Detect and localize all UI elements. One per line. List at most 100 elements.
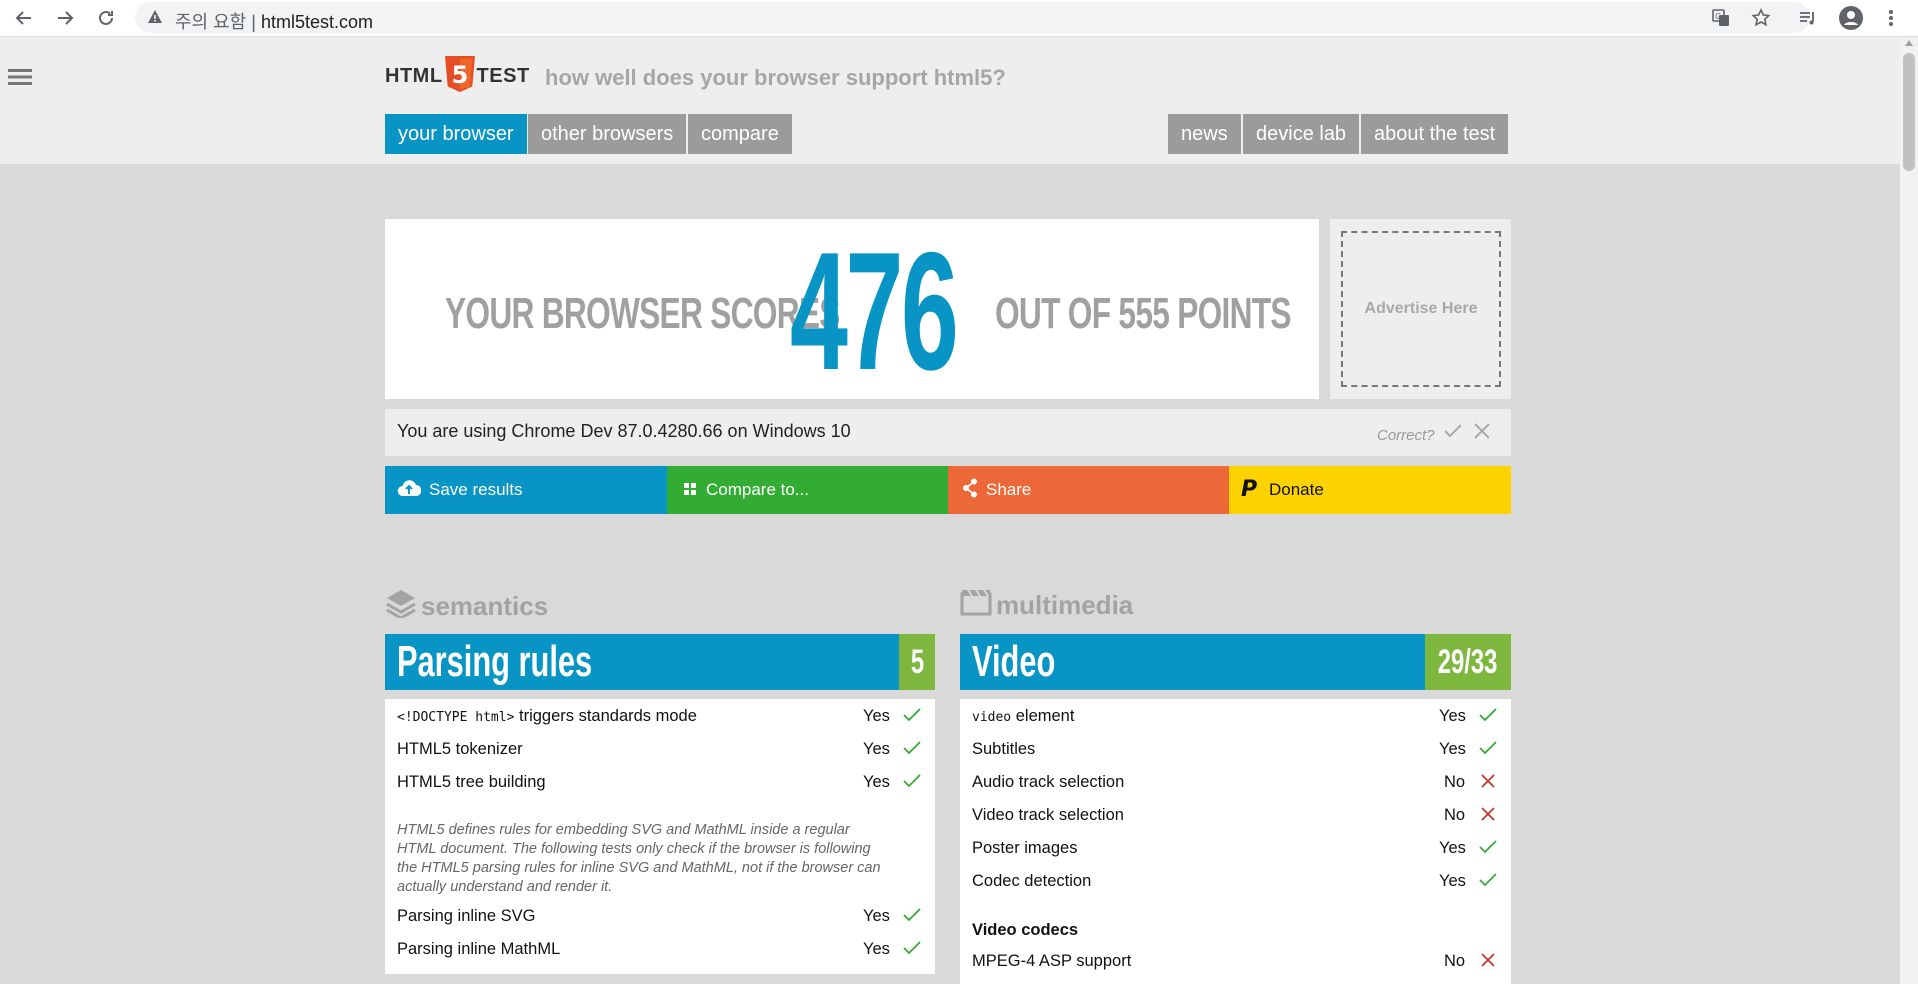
url-text: html5test.com [260, 12, 374, 32]
test-row: Audio track selection No [960, 765, 1511, 798]
test-name: Subtitles [972, 740, 1036, 758]
url-separator: | [251, 12, 256, 32]
test-result: Yes [863, 707, 890, 725]
logo-text-test: TEST [476, 64, 530, 87]
parsing-rules-panel: <!DOCTYPE html> triggers standards mode … [385, 699, 935, 974]
share-icon [962, 478, 978, 503]
share-button[interactable]: Share [948, 466, 1229, 514]
check-icon [903, 774, 921, 793]
test-name: HTML5 tree building [397, 773, 546, 791]
test-name: triggers standards mode [514, 707, 697, 725]
reload-icon[interactable] [94, 6, 118, 30]
test-row: HTML5 tokenizer Yes [385, 732, 935, 765]
video-header[interactable]: Video 29/33 [960, 634, 1511, 690]
check-icon [1479, 708, 1497, 727]
page-scrollbar[interactable] [1900, 37, 1918, 984]
test-name: element [1011, 707, 1075, 725]
browser-toolbar: 주의 요함 | html5test.com G [0, 0, 1918, 37]
tab-device-lab[interactable]: device lab [1243, 114, 1360, 154]
svg-text:G: G [1715, 12, 1721, 21]
score-banner: YOUR BROWSER SCORES 476 OUT OF 555 POINT… [385, 219, 1319, 399]
test-result: Yes [863, 740, 890, 758]
check-icon [903, 941, 921, 960]
check-icon [1479, 873, 1497, 892]
test-row: HTML5 tree building Yes [385, 765, 935, 798]
test-row: MPEG-4 ASP support No [960, 944, 1511, 977]
semantics-section-title: semantics [385, 588, 548, 625]
tab-about-the-test[interactable]: about the test [1361, 114, 1509, 154]
check-icon [1479, 741, 1497, 760]
test-result: Yes [1439, 707, 1466, 725]
test-row: Subtitles Yes [960, 732, 1511, 765]
cross-icon [1481, 953, 1495, 972]
check-icon [1479, 840, 1497, 859]
score-value: 476 [790, 217, 959, 405]
test-result: No [1444, 952, 1466, 970]
correct-label: Correct? [1377, 427, 1435, 444]
kebab-menu-icon[interactable] [1878, 5, 1904, 31]
bookmark-star-icon[interactable] [1748, 5, 1774, 31]
test-result: Yes [863, 940, 890, 958]
tab-compare[interactable]: compare [688, 114, 792, 154]
address-bar[interactable]: 주의 요함 | html5test.com [135, 2, 1810, 33]
save-results-label: Save results [429, 480, 523, 499]
check-icon [903, 908, 921, 927]
confirm-check-icon[interactable] [1443, 422, 1463, 445]
test-result: No [1444, 806, 1466, 824]
tab-your-browser[interactable]: your browser [385, 114, 527, 154]
donate-label: Donate [1269, 480, 1324, 499]
security-label: 주의 요함 [175, 12, 247, 32]
test-name: Codec detection [972, 872, 1092, 890]
svg-text:P: P [1241, 477, 1257, 499]
warning-icon[interactable] [147, 9, 163, 30]
video-panel: video element Yes Subtitles Yes Audio tr… [960, 699, 1511, 984]
ad-slot[interactable]: Advertise Here [1330, 219, 1511, 399]
profile-avatar-icon[interactable] [1838, 5, 1864, 31]
site-logo[interactable]: HTML 5 TEST [385, 55, 530, 93]
logo-digit: 5 [451, 61, 468, 89]
hamburger-menu-icon[interactable] [8, 67, 32, 92]
cross-icon [1481, 774, 1495, 793]
test-row: Codec detection Yes [960, 864, 1511, 897]
video-score: 29/33 [1425, 634, 1511, 690]
scroll-thumb[interactable] [1903, 53, 1915, 171]
user-agent-text: You are using Chrome Dev 87.0.4280.66 on… [397, 421, 851, 441]
site-header: HTML 5 TEST how well does your browser s… [0, 37, 1900, 164]
check-icon [903, 741, 921, 760]
video-codecs-heading: Video codecs [972, 921, 1079, 939]
compare-to-label: Compare to... [706, 480, 809, 499]
back-icon[interactable] [12, 6, 36, 30]
test-result: Yes [1439, 839, 1466, 857]
test-row: <!DOCTYPE html> triggers standards mode … [385, 699, 935, 732]
user-agent-bar: You are using Chrome Dev 87.0.4280.66 on… [385, 409, 1511, 456]
test-name: Parsing inline SVG [397, 907, 536, 925]
parsing-note: HTML5 defines rules for embedding SVG an… [397, 822, 881, 895]
test-row: Video track selection No [960, 798, 1511, 831]
html5-shield-icon: 5 [444, 55, 475, 97]
parsing-rules-score: 5 [899, 634, 935, 690]
share-label: Share [986, 480, 1032, 499]
save-results-button[interactable]: Save results [385, 466, 667, 514]
test-result: Yes [863, 773, 890, 791]
donate-button[interactable]: P Donate [1229, 466, 1511, 514]
tab-news[interactable]: news [1168, 114, 1241, 154]
tab-other-browsers[interactable]: other browsers [528, 114, 687, 154]
test-row: Parsing inline MathML Yes [385, 932, 935, 965]
test-name: Poster images [972, 839, 1078, 857]
forward-icon[interactable] [53, 6, 77, 30]
media-control-icon[interactable] [1795, 5, 1821, 31]
score-prefix: YOUR BROWSER SCORES [445, 289, 840, 338]
multimedia-section-label: multimedia [996, 590, 1134, 620]
reject-close-icon[interactable] [1473, 422, 1491, 445]
translate-icon[interactable]: G [1708, 5, 1734, 31]
test-row: Poster images Yes [960, 831, 1511, 864]
check-icon [903, 708, 921, 727]
parsing-rules-header[interactable]: Parsing rules 5 [385, 634, 935, 690]
video-title: Video [972, 637, 1056, 686]
score-suffix: OUT OF 555 POINTS [995, 289, 1292, 338]
compare-to-button[interactable]: Compare to... [667, 466, 948, 514]
test-name: Audio track selection [972, 773, 1125, 791]
doctype-code: <!DOCTYPE html> [397, 710, 515, 725]
scroll-up-arrow-icon[interactable] [1905, 40, 1913, 46]
test-result: Yes [863, 907, 890, 925]
